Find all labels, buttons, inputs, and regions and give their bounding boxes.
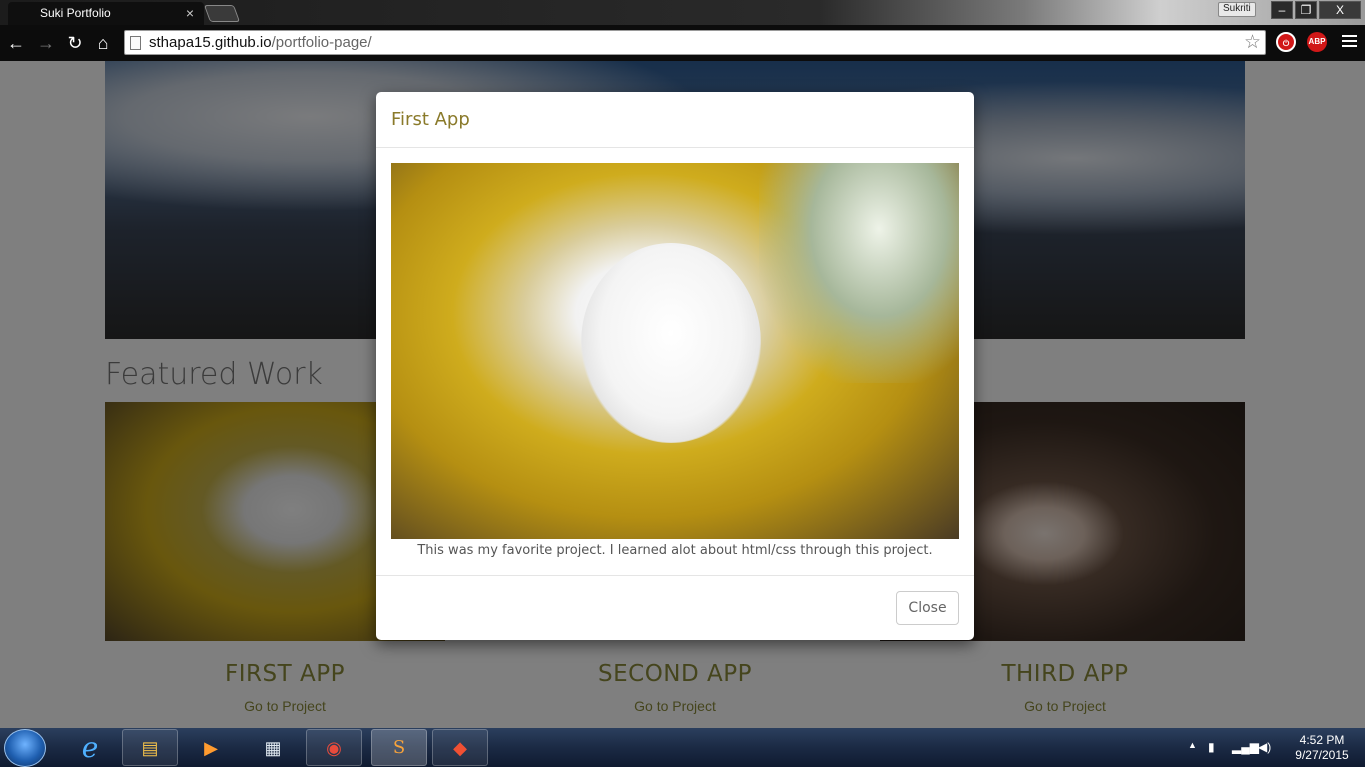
modal-body: This was my favorite project. I learned … <box>376 148 974 558</box>
image-background-blur <box>759 163 959 383</box>
close-button[interactable]: Close <box>896 591 959 625</box>
browser-tab[interactable]: Suki Portfolio × <box>8 2 204 25</box>
bookmark-star-icon[interactable]: ☆ <box>1244 31 1261 54</box>
tab-title: Suki Portfolio <box>40 6 111 20</box>
forward-icon[interactable]: → <box>36 33 56 53</box>
restore-button[interactable]: ❐ <box>1295 1 1317 19</box>
clock-date: 9/27/2015 <box>1295 748 1349 762</box>
file-explorer-icon[interactable]: ▤ <box>122 729 178 766</box>
network-icon[interactable]: ▂▄▆ <box>1232 740 1259 754</box>
calculator-icon[interactable]: ▦ <box>245 729 301 766</box>
media-player-icon[interactable]: ▶ <box>183 729 239 766</box>
adblock-plus-icon[interactable]: ABP <box>1307 32 1327 52</box>
project-modal: First App This was my favorite project. … <box>376 92 974 640</box>
modal-footer: Close <box>376 575 974 640</box>
device-icon[interactable]: ▮ <box>1208 740 1215 754</box>
url-text[interactable]: sthapa15.github.io/portfolio-page/ <box>149 34 372 51</box>
volume-icon[interactable]: ◀) <box>1258 740 1271 754</box>
chrome-menu-icon[interactable] <box>1342 35 1357 50</box>
browser-toolbar: ← → ↻ ⌂ sthapa15.github.io/portfolio-pag… <box>0 25 1365 61</box>
system-clock[interactable]: 4:52 PM 9/27/2015 <box>1284 733 1360 763</box>
tab-close-icon[interactable]: × <box>186 5 194 21</box>
tray-expand-icon[interactable]: ▲ <box>1188 740 1197 750</box>
lamb-face <box>581 243 761 443</box>
stop-extension-icon[interactable]: ⏻ <box>1276 32 1296 52</box>
address-bar[interactable]: sthapa15.github.io/portfolio-page/ ☆ <box>124 30 1266 55</box>
git-icon[interactable]: ◆ <box>432 729 488 766</box>
reload-icon[interactable]: ↻ <box>65 33 85 53</box>
clock-time: 4:52 PM <box>1299 733 1345 747</box>
lamb-project-image <box>391 163 959 539</box>
modal-header: First App <box>376 92 974 148</box>
sublime-text-icon[interactable]: S <box>371 729 427 766</box>
url-host: sthapa15.github.io <box>149 34 272 51</box>
home-icon[interactable]: ⌂ <box>93 33 113 53</box>
url-path: /portfolio-page/ <box>271 34 372 51</box>
back-icon[interactable]: ← <box>6 33 26 53</box>
browser-tab-bar: Suki Portfolio × Sukriti – ❐ X <box>0 0 1365 25</box>
window-close-button[interactable]: X <box>1319 1 1361 19</box>
modal-caption: This was my favorite project. I learned … <box>417 543 933 558</box>
minimize-button[interactable]: – <box>1271 1 1293 19</box>
new-tab-button[interactable] <box>203 5 241 22</box>
profile-button[interactable]: Sukriti <box>1218 2 1256 17</box>
start-button[interactable] <box>4 729 46 767</box>
internet-explorer-icon[interactable]: e <box>62 729 118 766</box>
page-icon <box>130 36 141 50</box>
modal-title: First App <box>391 109 470 130</box>
windows-taskbar: e ▤ ▶ ▦ ◉ S ◆ ▲ ▮ ▂▄▆ ◀) 4:52 PM 9/27/20… <box>0 728 1365 767</box>
chrome-icon[interactable]: ◉ <box>306 729 362 766</box>
